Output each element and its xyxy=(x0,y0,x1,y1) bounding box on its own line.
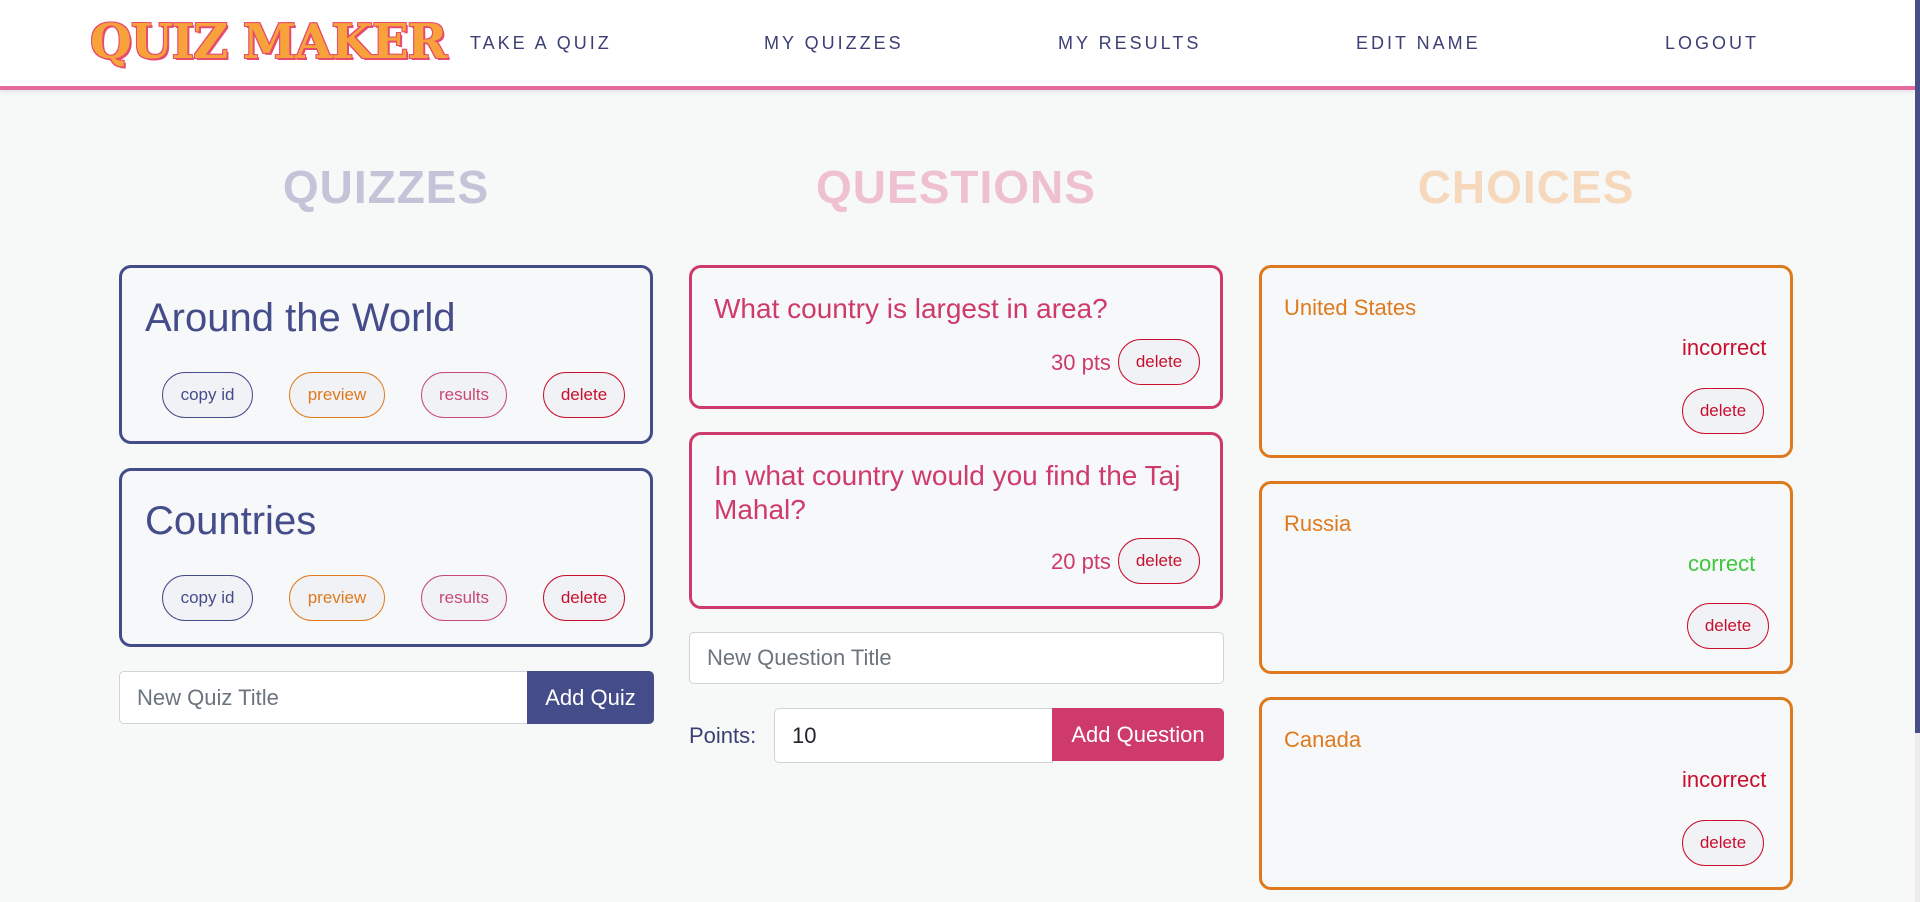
nav-edit-name[interactable]: EDIT NAME xyxy=(1356,30,1481,56)
nav-take-quiz[interactable]: TAKE A QUIZ xyxy=(470,30,612,56)
question-title: What country is largest in area? xyxy=(714,293,1108,324)
top-navbar: QUIZ MAKER TAKE A QUIZ MY QUIZZES MY RES… xyxy=(0,0,1915,90)
choice-title: Canada xyxy=(1284,727,1362,752)
choice-card[interactable]: Canada incorrect delete xyxy=(1259,697,1793,890)
scrollbar-track[interactable] xyxy=(1915,0,1920,902)
nav-my-quizzes[interactable]: MY QUIZZES xyxy=(764,30,904,56)
delete-quiz-button[interactable]: delete xyxy=(543,575,625,621)
questions-heading: QUESTIONS xyxy=(816,161,1096,213)
nav-my-results[interactable]: MY RESULTS xyxy=(1058,30,1201,56)
choice-card[interactable]: Russia correct delete xyxy=(1259,481,1793,674)
results-button[interactable]: results xyxy=(421,372,507,418)
choice-status[interactable]: correct xyxy=(1688,550,1755,578)
app-logo[interactable]: QUIZ MAKER xyxy=(90,14,447,70)
points-input[interactable]: 10 xyxy=(774,708,1053,763)
choice-title: United States xyxy=(1284,295,1417,320)
scrollbar-thumb[interactable] xyxy=(1915,0,1920,733)
choices-heading: CHOICES xyxy=(1417,161,1635,213)
question-points: 30 pts xyxy=(1051,350,1111,375)
new-question-title-input[interactable]: New Question Title xyxy=(689,632,1224,684)
delete-choice-button[interactable]: delete xyxy=(1682,388,1764,434)
question-points: 20 pts xyxy=(1051,549,1111,574)
copy-id-button[interactable]: copy id xyxy=(162,372,253,418)
results-button[interactable]: results xyxy=(421,575,507,621)
quiz-title: Countries xyxy=(145,499,317,543)
copy-id-button[interactable]: copy id xyxy=(162,575,253,621)
delete-quiz-button[interactable]: delete xyxy=(543,372,625,418)
choice-card[interactable]: United States incorrect delete xyxy=(1259,265,1793,458)
choice-title: Russia xyxy=(1284,511,1352,536)
add-quiz-button[interactable]: Add Quiz xyxy=(527,671,654,724)
question-card[interactable]: In what country would you find the Taj M… xyxy=(689,432,1223,609)
preview-button[interactable]: preview xyxy=(289,575,385,621)
choice-status[interactable]: incorrect xyxy=(1682,766,1766,794)
quiz-card[interactable]: Around the World copy id preview results… xyxy=(119,265,653,444)
choice-status[interactable]: incorrect xyxy=(1682,334,1766,362)
delete-choice-button[interactable]: delete xyxy=(1682,820,1764,866)
quizzes-heading: QUIZZES xyxy=(282,161,490,213)
delete-question-button[interactable]: delete xyxy=(1118,538,1200,584)
delete-choice-button[interactable]: delete xyxy=(1687,603,1769,649)
quiz-title: Around the World xyxy=(145,296,456,340)
nav-logout[interactable]: LOGOUT xyxy=(1665,30,1759,56)
add-question-button[interactable]: Add Question xyxy=(1052,708,1224,761)
points-label: Points: xyxy=(689,723,757,748)
quiz-card[interactable]: Countries copy id preview results delete xyxy=(119,468,653,647)
delete-question-button[interactable]: delete xyxy=(1118,339,1200,385)
question-card[interactable]: What country is largest in area? 30 pts … xyxy=(689,265,1223,409)
preview-button[interactable]: preview xyxy=(289,372,385,418)
new-quiz-title-input[interactable]: New Quiz Title xyxy=(119,671,528,724)
question-title: In what country would you find the Taj M… xyxy=(714,460,1181,525)
